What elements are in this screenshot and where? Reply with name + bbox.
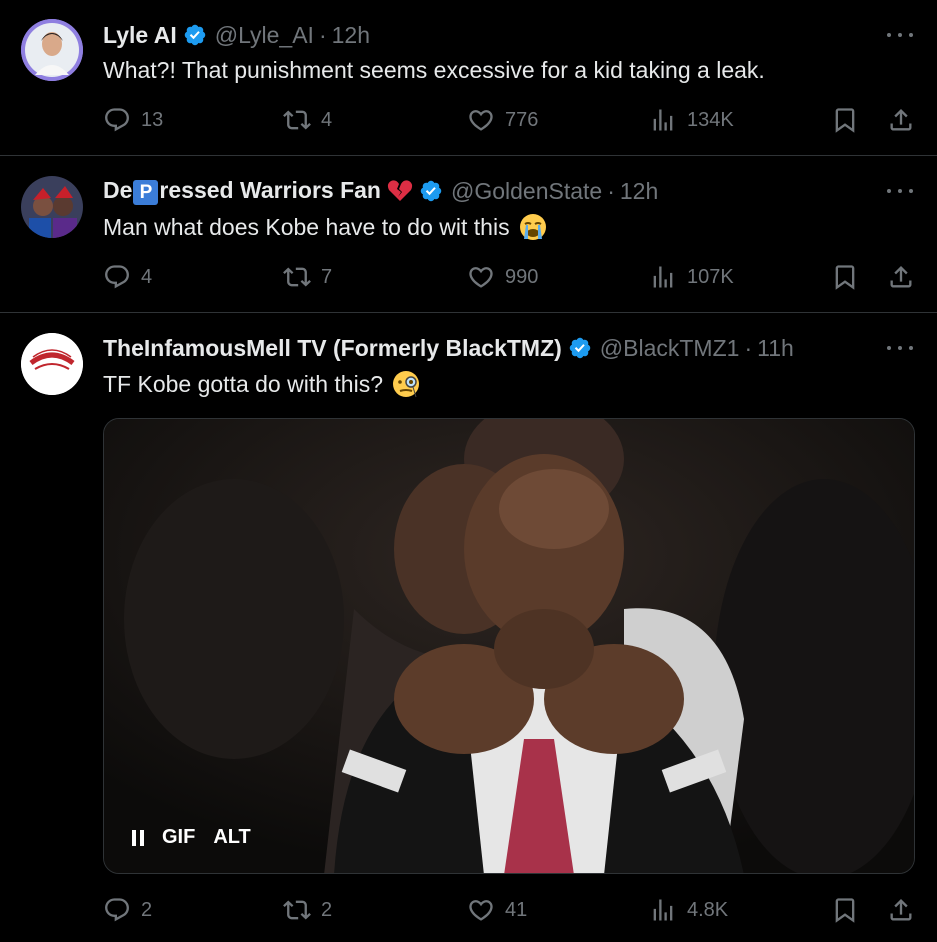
retweet-icon bbox=[283, 263, 311, 291]
retweet-count: 4 bbox=[321, 108, 333, 131]
bookmark-button[interactable] bbox=[831, 895, 859, 925]
display-name-prefix: De bbox=[103, 177, 133, 203]
like-button[interactable]: 990 bbox=[467, 262, 538, 292]
display-name[interactable]: De Pressed Warriors Fan bbox=[103, 177, 381, 205]
reply-icon bbox=[103, 263, 131, 291]
tweet-header: De Pressed Warriors Fan @GoldenState · 12… bbox=[103, 176, 658, 206]
share-button[interactable] bbox=[887, 262, 915, 292]
media-controls: GIF ALT bbox=[132, 826, 251, 849]
separator-dot: · bbox=[744, 334, 753, 361]
timestamp[interactable]: 11h bbox=[757, 335, 794, 362]
user-handle[interactable]: @Lyle_AI bbox=[215, 22, 314, 49]
timestamp[interactable]: 12h bbox=[332, 22, 370, 49]
action-bar: 2 2 41 4.8K bbox=[103, 895, 915, 925]
share-icon bbox=[887, 896, 915, 924]
display-name-suffix: ressed Warriors Fan bbox=[159, 177, 381, 203]
user-handle[interactable]: @BlackTMZ1 bbox=[600, 335, 740, 362]
reply-button[interactable]: 13 bbox=[103, 105, 163, 135]
reply-count: 4 bbox=[141, 265, 153, 288]
reply-count: 13 bbox=[141, 108, 164, 131]
separator-dot: · bbox=[318, 21, 327, 48]
gif-media[interactable]: GIF ALT bbox=[103, 418, 915, 874]
retweet-button[interactable]: 2 bbox=[283, 895, 332, 925]
more-icon[interactable] bbox=[887, 338, 913, 358]
heart-icon bbox=[467, 106, 495, 134]
reply-icon bbox=[103, 106, 131, 134]
avatar-lyle-ai[interactable] bbox=[21, 19, 83, 81]
like-button[interactable]: 41 bbox=[467, 895, 527, 925]
bookmark-button[interactable] bbox=[831, 105, 859, 135]
verified-badge-icon bbox=[568, 336, 592, 360]
view-count: 4.8K bbox=[687, 898, 729, 921]
views-button[interactable]: 134K bbox=[649, 105, 734, 135]
tweet-2[interactable]: De Pressed Warriors Fan @GoldenState · 12… bbox=[0, 156, 937, 311]
bookmark-icon bbox=[831, 106, 859, 134]
like-button[interactable]: 776 bbox=[467, 105, 538, 135]
views-icon bbox=[649, 896, 677, 924]
more-icon[interactable] bbox=[887, 181, 913, 201]
tweet-text-content: Man what does Kobe have to do wit this bbox=[103, 213, 510, 240]
bookmark-icon bbox=[831, 896, 859, 924]
action-bar: 4 7 990 107K bbox=[103, 262, 915, 292]
share-icon bbox=[887, 263, 915, 291]
action-bar: 13 4 776 134K bbox=[103, 105, 915, 135]
like-count: 41 bbox=[505, 898, 528, 921]
tweet-text-content: TF Kobe gotta do with this? bbox=[103, 370, 383, 397]
views-icon bbox=[649, 106, 677, 134]
views-icon bbox=[649, 263, 677, 291]
views-button[interactable]: 4.8K bbox=[649, 895, 728, 925]
tweet-text: Man what does Kobe have to do wit this bbox=[103, 211, 548, 243]
view-count: 134K bbox=[687, 108, 734, 131]
timestamp[interactable]: 12h bbox=[620, 178, 658, 205]
share-button[interactable] bbox=[887, 895, 915, 925]
retweet-icon bbox=[283, 106, 311, 134]
like-count: 776 bbox=[505, 108, 539, 131]
display-name[interactable]: Lyle AI bbox=[103, 22, 177, 49]
bookmark-icon bbox=[831, 263, 859, 291]
pause-icon[interactable] bbox=[132, 829, 144, 846]
avatar-theinfamousmell-tv[interactable] bbox=[21, 333, 83, 395]
retweet-count: 7 bbox=[321, 265, 333, 288]
retweet-icon bbox=[283, 896, 311, 924]
reply-icon bbox=[103, 896, 131, 924]
share-button[interactable] bbox=[887, 105, 915, 135]
heart-icon bbox=[467, 896, 495, 924]
retweet-button[interactable]: 7 bbox=[283, 262, 332, 292]
avatar-depressed-warriors-fan[interactable] bbox=[21, 176, 83, 238]
tweet-text: What?! That punishment seems excessive f… bbox=[103, 55, 765, 85]
view-count: 107K bbox=[687, 265, 734, 288]
tweet-1[interactable]: Lyle AI @Lyle_AI · 12h What?! That punis… bbox=[0, 0, 937, 155]
reply-button[interactable]: 2 bbox=[103, 895, 152, 925]
gif-image bbox=[104, 419, 914, 873]
more-icon[interactable] bbox=[887, 25, 913, 45]
verified-badge-icon bbox=[183, 23, 207, 47]
tweet-text-content: What?! That punishment seems excessive f… bbox=[103, 56, 765, 83]
bookmark-button[interactable] bbox=[831, 262, 859, 292]
reply-count: 2 bbox=[141, 898, 153, 921]
display-name-p-box: P bbox=[133, 180, 159, 205]
share-icon bbox=[887, 106, 915, 134]
face-with-monocle-emoji-icon bbox=[393, 371, 419, 398]
alt-button[interactable]: ALT bbox=[213, 826, 250, 849]
retweet-count: 2 bbox=[321, 898, 333, 921]
verified-badge-icon bbox=[419, 179, 443, 203]
display-name[interactable]: TheInfamousMell TV (Formerly BlackTMZ) bbox=[103, 335, 562, 362]
tweet-header: Lyle AI @Lyle_AI · 12h bbox=[103, 20, 370, 50]
crying-face-emoji-icon bbox=[519, 214, 546, 240]
gif-label: GIF bbox=[162, 826, 196, 848]
user-handle[interactable]: @GoldenState bbox=[451, 178, 602, 205]
views-button[interactable]: 107K bbox=[649, 262, 734, 292]
heart-icon bbox=[467, 263, 495, 291]
broken-heart-icon bbox=[387, 180, 413, 201]
like-count: 990 bbox=[505, 265, 539, 288]
tweet-header: TheInfamousMell TV (Formerly BlackTMZ) @… bbox=[103, 333, 794, 363]
retweet-button[interactable]: 4 bbox=[283, 105, 332, 135]
reply-button[interactable]: 4 bbox=[103, 262, 152, 292]
tweet-text: TF Kobe gotta do with this? bbox=[103, 368, 421, 400]
separator-dot: · bbox=[607, 177, 615, 204]
